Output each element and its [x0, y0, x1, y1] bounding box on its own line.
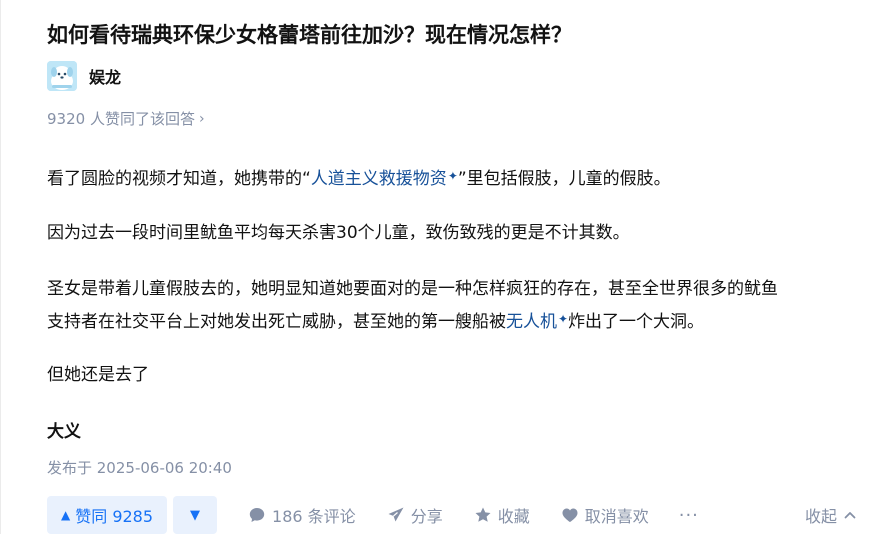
signature: 大义	[47, 422, 81, 442]
keyword-link-humanitarian-aid[interactable]: 人道主义救援物资	[311, 169, 447, 189]
paragraph-3-line-2: 支持者在社交平台上对她发出死亡威胁，甚至她的第一艘船被无人机✦炸出了一个大洞。	[47, 305, 704, 337]
publish-time[interactable]: 发布于 2025-06-06 20:40	[47, 457, 232, 478]
share-label: 分享	[410, 507, 443, 526]
author-info: 娱龙	[47, 61, 121, 91]
answer-card: 如何看待瑞典环保少女格蕾塔前往加沙？现在情况怎样？ 娱龙 9320 人赞同了该回	[0, 0, 886, 534]
upvote-label: 赞同 9285	[75, 507, 154, 526]
comments-button[interactable]: 186 条评论	[248, 503, 356, 527]
paragraph-text: 支持者在社交平台上对她发出死亡威胁，甚至她的第一艘船被	[47, 312, 506, 332]
collapse-button[interactable]: 收起	[805, 496, 857, 534]
unlike-button[interactable]: 取消喜欢	[561, 503, 649, 527]
vote-summary[interactable]: 9320 人赞同了该回答 ›	[47, 108, 205, 129]
vote-summary-text: 9320 人赞同了该回答	[47, 110, 195, 128]
paragraph-2: 因为过去一段时间里鱿鱼平均每天杀害30个儿童，致伤致残的更是不计其数。	[47, 223, 630, 243]
keyword-link-drone[interactable]: 无人机	[506, 312, 557, 332]
more-options-icon[interactable]: ···	[679, 505, 699, 526]
comment-bubble-icon	[249, 508, 265, 522]
unlike-label: 取消喜欢	[584, 507, 649, 526]
paper-plane-icon	[388, 507, 404, 522]
paragraph-4: 但她还是去了	[47, 365, 149, 385]
downvote-button[interactable]: ▼	[173, 496, 218, 534]
cartoon-dog-avatar-icon	[47, 61, 77, 91]
paragraph-3-line-1: 圣女是带着儿童假肢去的，她明显知道她要面对的是一种怎样疯狂的存在，甚至全世界很多…	[47, 279, 778, 299]
triangle-down-icon: ▼	[190, 507, 201, 523]
collapse-label: 收起	[804, 507, 837, 526]
comments-label: 186 条评论	[272, 507, 356, 526]
chevron-up-icon	[844, 512, 856, 519]
paragraph-text: 炸出了一个大洞。	[568, 312, 705, 332]
sparkle-icon: ✦	[447, 169, 458, 183]
paragraph-1: 看了圆脸的视频才知道，她携带的“人道主义救援物资✦”里包括假肢，儿童的假肢。	[47, 162, 671, 194]
star-icon	[475, 507, 491, 522]
collect-label: 收藏	[497, 507, 530, 526]
question-title[interactable]: 如何看待瑞典环保少女格蕾塔前往加沙？现在情况怎样？	[47, 20, 572, 50]
collect-button[interactable]: 收藏	[474, 503, 530, 527]
sparkle-icon: ✦	[558, 312, 569, 326]
paragraph-text: 看了圆脸的视频才知道，她携带的“	[47, 169, 311, 189]
upvote-button[interactable]: ▲ 赞同 9285	[47, 496, 168, 534]
author-avatar[interactable]	[47, 61, 77, 91]
share-button[interactable]: 分享	[387, 503, 443, 527]
triangle-up-icon: ▲	[61, 508, 71, 522]
chevron-right-icon: ›	[198, 110, 205, 127]
author-name[interactable]: 娱龙	[89, 64, 121, 88]
action-bar: ▲ 赞同 9285 ▼ 186 条评论 分享 收藏 取消喜欢 ··· 收起	[47, 496, 867, 534]
paragraph-text: ”里包括假肢，儿童的假肢。	[457, 169, 671, 189]
heart-icon	[562, 508, 578, 522]
